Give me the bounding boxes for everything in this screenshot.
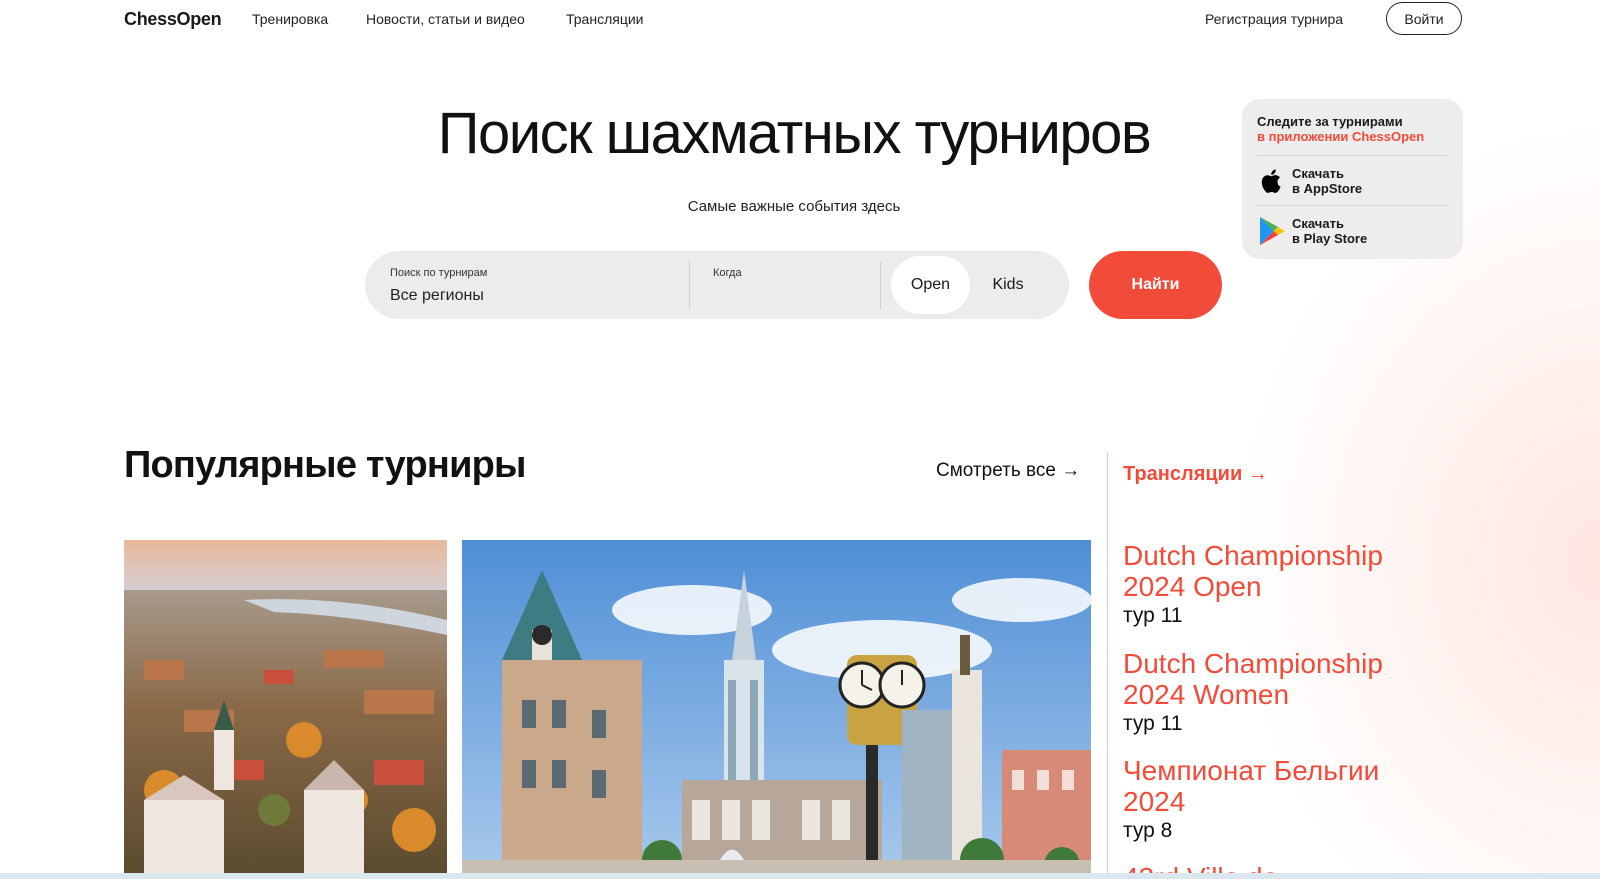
toggle-kids[interactable]: Kids (973, 256, 1043, 314)
apple-icon (1261, 169, 1281, 193)
see-all-label: Смотреть все (936, 460, 1056, 481)
broadcast-item[interactable]: Dutch Championship 2024 Women тур 11 (1123, 648, 1423, 738)
batumi-square-image (462, 540, 1091, 879)
logo[interactable]: ChessOpen (124, 9, 222, 30)
broadcast-round: тур 11 (1123, 604, 1183, 627)
top-nav: ChessOpen Тренировка Новости, статьи и в… (0, 0, 1600, 38)
appstore-line1: Скачать (1292, 166, 1344, 181)
promo-title: Следите за турнирами в приложении ChessO… (1257, 114, 1424, 144)
city-aerial-image (124, 540, 447, 879)
app-promo-card: Следите за турнирами в приложении ChessO… (1242, 99, 1463, 259)
nav-link-broadcasts[interactable]: Трансляции (566, 11, 643, 27)
broadcast-item[interactable]: Dutch Championship 2024 Open тур 11 (1123, 540, 1423, 630)
bottom-scroll-edge (0, 873, 1600, 879)
appstore-text: Скачать в AppStore (1292, 166, 1362, 196)
playstore-link[interactable]: Скачать в Play Store (1257, 213, 1447, 249)
arrow-right-icon: → (1247, 463, 1268, 485)
region-field[interactable]: Поиск по турнирам Все регионы (365, 251, 689, 319)
find-button[interactable]: Найти (1089, 251, 1222, 319)
broadcast-item[interactable]: Чемпионат Бельгии 2024 тур 8 (1123, 755, 1423, 845)
broadcast-round: тур 8 (1123, 819, 1173, 842)
broadcasts-title-label: Трансляции (1123, 463, 1243, 485)
region-field-value: Все регионы (390, 287, 484, 304)
arrow-right-icon: → (1061, 460, 1081, 481)
google-play-icon (1260, 217, 1285, 245)
search-divider (880, 261, 881, 309)
playstore-text: Скачать в Play Store (1292, 216, 1367, 246)
broadcast-name: Чемпионат Бельгии 2024 (1123, 755, 1380, 817)
tournament-card-city-aerial[interactable] (124, 540, 447, 879)
broadcast-round: тур 11 (1123, 712, 1183, 735)
nav-link-news[interactable]: Новости, статьи и видео (366, 11, 525, 27)
appstore-line2: в AppStore (1292, 181, 1363, 196)
see-all-link[interactable]: Смотреть все → (936, 460, 1080, 482)
nav-link-register-tournament[interactable]: Регистрация турнира (1205, 11, 1343, 27)
broadcast-name: Dutch Championship 2024 Open (1123, 540, 1383, 602)
playstore-line1: Скачать (1292, 216, 1344, 231)
region-field-label: Поиск по турнирам (390, 267, 488, 279)
tournament-card-batumi[interactable] (462, 540, 1091, 879)
date-field[interactable]: Когда (690, 251, 880, 319)
broadcast-name: Dutch Championship 2024 Women (1123, 648, 1383, 710)
promo-title-line1: Следите за турнирами (1257, 114, 1403, 129)
date-field-label: Когда (713, 267, 742, 279)
promo-title-line2: в приложении ChessOpen (1257, 129, 1425, 144)
section-divider (1107, 452, 1108, 879)
broadcasts-title[interactable]: Трансляции → (1123, 463, 1268, 486)
appstore-link[interactable]: Скачать в AppStore (1257, 163, 1447, 199)
popular-section-title: Популярные турниры (124, 444, 527, 486)
toggle-open[interactable]: Open (891, 256, 970, 314)
playstore-line2: в Play Store (1292, 231, 1368, 246)
nav-link-training[interactable]: Тренировка (252, 11, 328, 27)
promo-divider (1257, 155, 1447, 156)
search-bar: Поиск по турнирам Все регионы Когда Open… (365, 251, 1069, 319)
login-button[interactable]: Войти (1386, 2, 1462, 35)
promo-divider (1257, 205, 1447, 206)
